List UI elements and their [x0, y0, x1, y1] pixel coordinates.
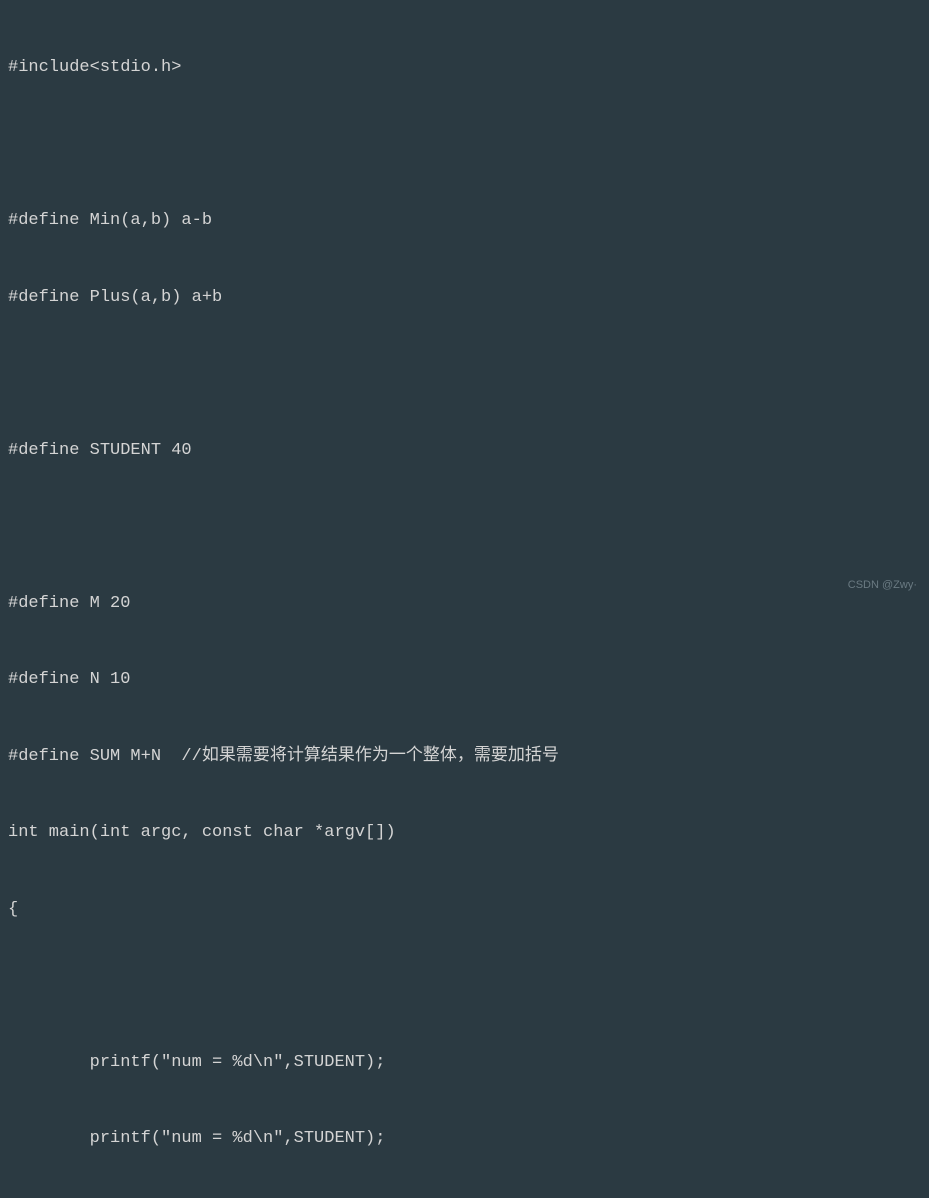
code-line: [8, 514, 921, 540]
code-block: #include<stdio.h> #define Min(a,b) a-b #…: [8, 4, 921, 1198]
code-line: #define Min(a,b) a-b: [8, 208, 921, 234]
code-line: #define M 20: [8, 591, 921, 617]
code-line: {: [8, 897, 921, 923]
code-line: [8, 132, 921, 158]
code-line: #define N 10: [8, 667, 921, 693]
code-line: #define STUDENT 40: [8, 438, 921, 464]
code-line: printf("num = %d\n",STUDENT);: [8, 1050, 921, 1076]
code-line: #include<stdio.h>: [8, 55, 921, 81]
code-line: int main(int argc, const char *argv[]): [8, 820, 921, 846]
code-line: #define SUM M+N //如果需要将计算结果作为一个整体，需要加括号: [8, 744, 921, 770]
code-line: printf("num = %d\n",STUDENT);: [8, 1126, 921, 1152]
watermark-text: CSDN @Zwy·: [848, 577, 917, 594]
code-line: [8, 973, 921, 999]
code-line: [8, 361, 921, 387]
code-line: #define Plus(a,b) a+b: [8, 285, 921, 311]
